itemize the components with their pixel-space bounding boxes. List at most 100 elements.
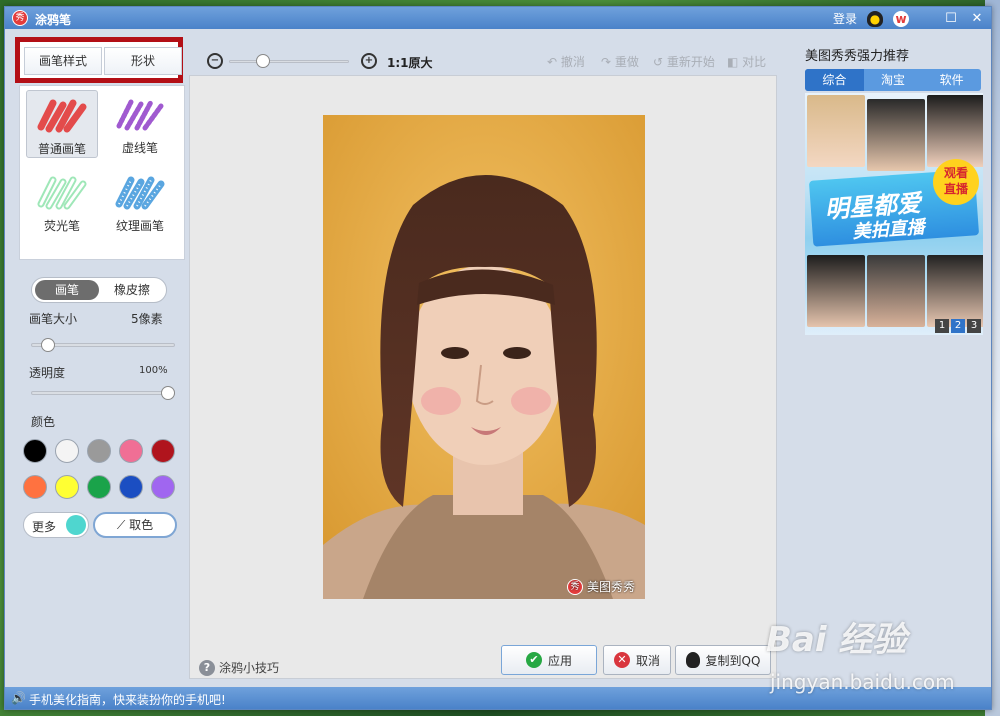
meitu-logo-icon: 秀 [12, 10, 28, 26]
apply-label: 应用 [547, 653, 572, 668]
brush-label: 荧光笔 [43, 219, 80, 233]
recommend-tabs: 综合 淘宝 软件 [805, 69, 981, 91]
promo-page-1[interactable]: 1 [935, 319, 949, 333]
weibo-login-icon[interactable]: w [893, 10, 909, 27]
tab-comprehensive[interactable]: 综合 [805, 69, 864, 91]
redo-label: 重做 [614, 55, 639, 69]
opacity-slider[interactable] [31, 391, 175, 395]
help-icon: ? [199, 659, 215, 676]
eyedropper-button[interactable]: ⟋ 取色 [93, 512, 177, 538]
opacity-value: 100% [139, 365, 168, 376]
close-button[interactable]: ✕ [969, 11, 985, 27]
color-swatch[interactable] [87, 475, 111, 499]
eraser-mode-button[interactable]: 橡皮擦 [100, 280, 164, 300]
opacity-label: 透明度 [29, 366, 66, 380]
window-title: 涂鸦笔 [35, 13, 72, 27]
tab-brush-style[interactable]: 画笔样式 [24, 47, 102, 75]
photo-canvas[interactable]: 秀 美图秀秀 [323, 115, 645, 599]
color-swatch[interactable] [55, 475, 79, 499]
maximize-button[interactable]: ☐ [943, 11, 959, 27]
watermark-logo-icon: 秀 [566, 578, 583, 595]
undo-label: 撤消 [560, 55, 585, 69]
check-icon: ✔ [525, 652, 542, 668]
undo-button[interactable]: ↶ 撤消 [547, 53, 585, 70]
color-swatch[interactable] [151, 475, 175, 499]
current-color-swatch [66, 515, 86, 535]
color-swatch[interactable] [23, 475, 47, 499]
portrait-photo [323, 115, 645, 599]
normal-brush-icon [37, 99, 87, 133]
promo-banner[interactable]: 明星都爱 美拍直播 观看 直播 1 2 3 [805, 93, 983, 335]
promo-page-2[interactable]: 2 [951, 319, 965, 333]
more-colors-button[interactable]: 更多 [23, 512, 89, 538]
color-label: 颜色 [31, 415, 56, 429]
zoom-in-icon[interactable]: + [361, 53, 377, 69]
baidu-jingyan-watermark: Bai 经验 [766, 620, 907, 660]
promo-subheadline: 美拍直播 [851, 216, 926, 243]
zoom-slider[interactable] [229, 60, 349, 63]
badge-line-1: 观看 [943, 166, 968, 180]
brush-label: 虚线笔 [121, 141, 158, 155]
recommend-title: 美图秀秀强力推荐 [805, 49, 910, 64]
dashed-brush-icon [116, 99, 164, 131]
graffiti-pen-window: 秀 涂鸦笔 登录 ● w ☐ ✕ 画笔样式 形状 普通画笔 虚线笔 荧光笔 纹理… [4, 6, 992, 710]
copy-to-qq-button[interactable]: 复制到QQ [675, 645, 771, 675]
brush-dashed[interactable]: 虚线笔 [104, 90, 176, 158]
brush-eraser-toggle: 画笔 橡皮擦 [31, 277, 167, 303]
watch-live-badge: 观看 直播 [933, 159, 979, 205]
brush-normal[interactable]: 普通画笔 [26, 90, 98, 158]
brush-texture[interactable]: 纹理画笔 [104, 168, 176, 236]
zoom-out-icon[interactable]: − [207, 53, 223, 69]
speaker-icon: 🔊 [11, 691, 26, 705]
color-swatch[interactable] [23, 439, 47, 463]
color-swatch[interactable] [119, 439, 143, 463]
more-colors-label: 更多 [32, 520, 57, 534]
graffiti-tips-link[interactable]: ? 涂鸦小技巧 [199, 659, 279, 676]
cancel-label: 取消 [635, 653, 660, 668]
compare-label: 对比 [742, 55, 767, 69]
compare-button[interactable]: ◧ 对比 [727, 53, 766, 70]
status-message[interactable]: 手机美化指南，快来装扮你的手机吧! [29, 691, 226, 708]
brush-label: 纹理画笔 [115, 219, 164, 233]
promo-page-3[interactable]: 3 [967, 319, 981, 333]
restart-button[interactable]: ↺ 重新开始 [653, 53, 715, 70]
qq-icon [685, 652, 700, 668]
qq-login-icon[interactable]: ● [867, 10, 883, 27]
eyedropper-label: 取色 [129, 518, 154, 532]
tab-software[interactable]: 软件 [922, 69, 981, 91]
tab-taobao[interactable]: 淘宝 [864, 69, 923, 91]
promo-photo [807, 95, 865, 167]
badge-line-2: 直播 [943, 182, 968, 196]
promo-pager: 1 2 3 [935, 319, 981, 333]
redo-button[interactable]: ↷ 重做 [601, 53, 639, 70]
canvas-toolbar: − + 1:1原大 ↶ 撤消 ↷ 重做 ↺ 重新开始 ◧ 对比 [189, 37, 777, 73]
promo-photo [807, 255, 865, 327]
title-bar: 秀 涂鸦笔 登录 ● w ☐ ✕ [5, 7, 991, 29]
color-swatch[interactable] [55, 439, 79, 463]
apply-button[interactable]: ✔ 应用 [501, 645, 597, 675]
eyedropper-icon: ⟋ [116, 518, 126, 532]
login-link[interactable]: 登录 [833, 10, 857, 27]
zoom-knob[interactable] [255, 54, 270, 68]
brush-size-value: 5像素 [131, 312, 163, 326]
actual-size-button[interactable]: 1:1原大 [387, 54, 433, 71]
brush-highlighter[interactable]: 荧光笔 [26, 168, 98, 236]
cancel-button[interactable]: ✕ 取消 [603, 645, 671, 675]
brush-list: 普通画笔 虚线笔 荧光笔 纹理画笔 [19, 85, 185, 260]
promo-photo [867, 255, 925, 327]
copy-label: 复制到QQ [705, 653, 761, 668]
promo-photo [867, 99, 925, 171]
color-swatch[interactable] [151, 439, 175, 463]
baidu-jingyan-url: jingyan.baidu.com [770, 670, 955, 694]
color-swatch[interactable] [87, 439, 111, 463]
brush-mode-button[interactable]: 画笔 [35, 280, 99, 300]
color-swatch[interactable] [119, 475, 143, 499]
opacity-knob[interactable] [161, 386, 175, 400]
tab-shape[interactable]: 形状 [104, 47, 182, 75]
promo-photo [927, 95, 983, 167]
watermark-text: 美图秀秀 [586, 580, 635, 594]
brush-label: 普通画笔 [37, 142, 86, 156]
promo-photo [927, 255, 983, 327]
tips-label: 涂鸦小技巧 [219, 661, 280, 675]
restart-label: 重新开始 [666, 55, 715, 69]
